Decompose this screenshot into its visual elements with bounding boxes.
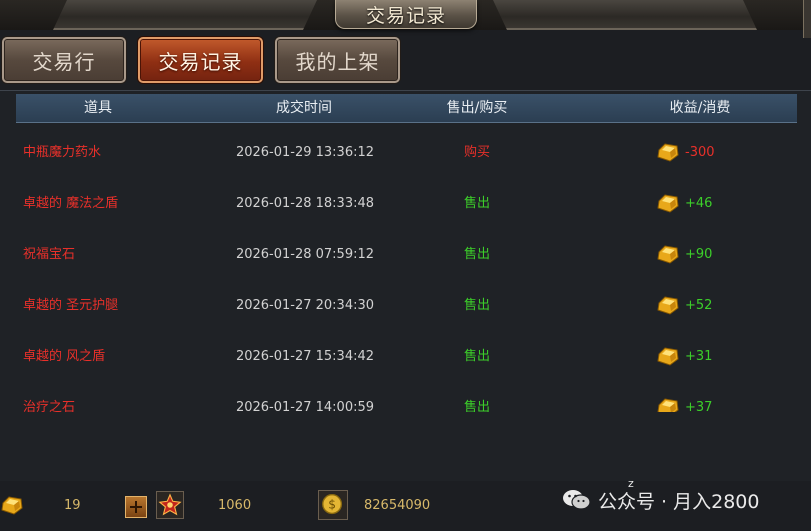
- tab-label: 交易记录: [158, 49, 243, 74]
- column-header-time: 成交时间: [276, 100, 332, 116]
- trade-type: 售出: [463, 196, 490, 211]
- trade-type: 售出: [463, 349, 490, 364]
- records-panel: 道具 成交时间 售出/购买 收益/消费 中瓶魔力药水 2026-01-29 13…: [0, 90, 811, 482]
- trade-type: 售出: [463, 298, 490, 313]
- svg-text:$: $: [328, 498, 336, 512]
- trade-amount: +37: [685, 400, 713, 412]
- tab-auction-house[interactable]: 交易行: [2, 37, 126, 83]
- zen-slot: $: [318, 490, 348, 520]
- table-row: 祝福宝石 2026-01-28 07:59:12 售出 +90: [0, 229, 811, 280]
- title-bar: 交易记录: [0, 0, 811, 30]
- trade-amount: -300: [685, 145, 715, 160]
- tab-trade-records[interactable]: 交易记录: [138, 37, 263, 83]
- gold-ingot-icon: [657, 296, 679, 315]
- trade-amount: +46: [685, 196, 713, 211]
- gold-ingot-count: 19: [64, 498, 81, 513]
- gold-ingot-icon: [657, 194, 679, 213]
- window-edge: [803, 0, 811, 38]
- table-row: 卓越的 圣元护腿 2026-01-27 20:34:30 售出 +52: [0, 280, 811, 331]
- column-header-item: 道具: [84, 100, 112, 116]
- title-ornament-left: [53, 0, 317, 30]
- tab-label: 交易行: [32, 49, 96, 74]
- trade-type: 售出: [463, 247, 490, 262]
- item-name: 祝福宝石: [23, 247, 76, 262]
- trade-time: 2026-01-28 07:59:12: [235, 247, 375, 262]
- watermark: 公众号 · 月入2800: [562, 486, 759, 514]
- trade-amount: +90: [685, 247, 713, 262]
- item-name: 卓越的 圣元护腿: [23, 298, 119, 313]
- tab-my-listings[interactable]: 我的上架: [275, 37, 400, 83]
- zen-count: 82654090: [364, 498, 431, 513]
- title-plate: 交易记录: [335, 0, 477, 29]
- table-row: 中瓶魔力药水 2026-01-29 13:36:12 购买 -300: [0, 127, 811, 178]
- column-header-amount: 收益/消费: [669, 100, 731, 116]
- add-jewel-button[interactable]: [125, 496, 147, 518]
- jewel-count: 1060: [218, 498, 252, 513]
- jewel-icon: [158, 493, 182, 516]
- table-header: 道具 成交时间 售出/购买 收益/消费: [16, 94, 797, 123]
- trade-time: 2026-01-27 14:00:59: [235, 400, 375, 412]
- item-name: 中瓶魔力药水: [23, 145, 102, 160]
- table-row: 卓越的 魔法之盾 2026-01-28 18:33:48 售出 +46: [0, 178, 811, 229]
- column-header-type: 售出/购买: [446, 100, 508, 116]
- jewel-slot: [156, 491, 184, 519]
- watermark-text: 公众号 · 月入2800: [598, 490, 760, 513]
- trade-time: 2026-01-29 13:36:12: [235, 145, 375, 160]
- trade-time: 2026-01-28 18:33:48: [235, 196, 375, 211]
- trade-time: 2026-01-27 15:34:42: [235, 349, 375, 364]
- wechat-icon: [563, 490, 591, 510]
- table-row: 卓越的 风之盾 2026-01-27 15:34:42 售出 +31: [0, 331, 811, 382]
- item-name: 卓越的 魔法之盾: [23, 196, 119, 211]
- gold-ingot-icon: [657, 143, 679, 162]
- records-list[interactable]: 中瓶魔力药水 2026-01-29 13:36:12 购买 -300 卓越的 魔…: [0, 127, 811, 412]
- trade-time: 2026-01-27 20:34:30: [235, 298, 375, 313]
- trade-amount: +31: [685, 349, 713, 364]
- item-name: 卓越的 风之盾: [23, 349, 106, 364]
- table-row: 治疗之石 2026-01-27 14:00:59 售出 +37: [0, 382, 811, 412]
- gold-ingot-icon: [657, 398, 679, 412]
- item-name: 治疗之石: [23, 400, 76, 412]
- gold-ingot-icon: [657, 245, 679, 264]
- trade-type: 售出: [463, 400, 490, 412]
- tab-label: 我的上架: [295, 49, 380, 74]
- trade-type: 购买: [463, 145, 490, 160]
- trade-amount: +52: [685, 298, 713, 313]
- page-title: 交易记录: [365, 4, 446, 27]
- gold-ingot-icon: [1, 496, 23, 515]
- title-ornament-right: [493, 0, 757, 30]
- gold-ingot-icon: [657, 347, 679, 366]
- zen-coin-icon: $: [322, 494, 343, 515]
